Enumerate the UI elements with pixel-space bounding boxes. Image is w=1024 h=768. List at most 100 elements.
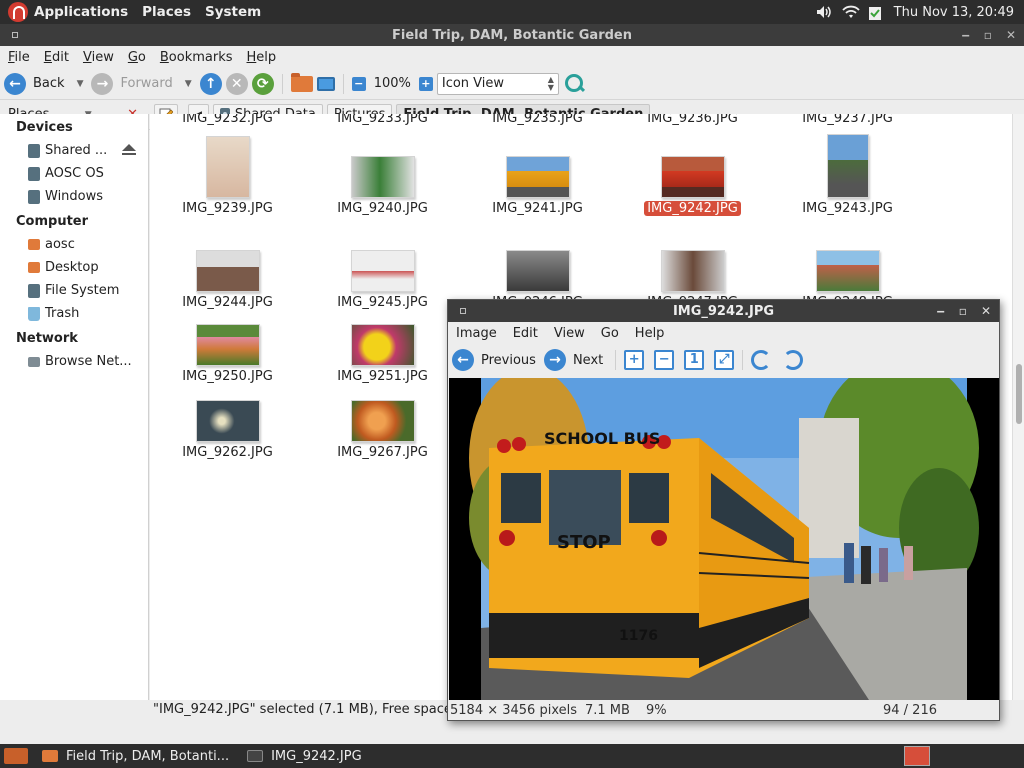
sidebar-item-shared-data[interactable]: Shared ... (0, 139, 148, 162)
previous-arrow-icon[interactable]: ← (452, 349, 474, 371)
viewer-menu-go[interactable]: Go (597, 326, 623, 341)
maximize-icon[interactable]: ▫ (984, 28, 992, 42)
back-arrow-icon[interactable]: ← (4, 72, 26, 95)
file-item[interactable]: IMG_9240.JPG (305, 156, 460, 216)
file-item[interactable]: IMG_9262.JPG (150, 400, 305, 460)
maximize-icon[interactable]: ▫ (959, 304, 967, 318)
rotate-right-icon[interactable] (783, 350, 804, 370)
menu-view[interactable]: View (79, 50, 118, 65)
up-arrow-icon[interactable]: ↑ (199, 72, 222, 95)
file-item[interactable]: IMG_9250.JPG (150, 324, 305, 384)
top-panel: Applications Places System Thu Nov 13, 2… (0, 0, 1024, 24)
file-thumbnail (505, 156, 570, 198)
reload-icon[interactable]: ⟳ (251, 72, 274, 95)
image-canvas[interactable]: SCHOOL BUS STOP 1176 (449, 358, 999, 700)
computer-icon[interactable] (316, 76, 335, 91)
view-mode-select[interactable]: Icon View ▲ ▼ (436, 72, 559, 95)
sidebar-item-label: Windows (45, 189, 104, 204)
file-item[interactable]: IMG_9251.JPG (305, 324, 460, 384)
eject-icon[interactable] (122, 144, 136, 155)
file-item[interactable]: IMG_9242.JPG (615, 156, 770, 216)
normal-size-icon[interactable]: 1 (684, 350, 705, 370)
file-item[interactable]: IMG_9235.JPG (460, 114, 615, 126)
file-thumbnail (350, 156, 415, 198)
volume-icon[interactable] (816, 5, 832, 19)
sidebar-item-file-system[interactable]: File System (0, 279, 148, 302)
file-name: IMG_9242.JPG (644, 201, 741, 216)
file-item[interactable]: IMG_9237.JPG (770, 114, 925, 126)
file-name: IMG_9245.JPG (337, 295, 428, 310)
minimize-icon[interactable]: ‒ (936, 304, 944, 318)
applications-menu[interactable]: Applications (34, 4, 128, 20)
clock[interactable]: Thu Nov 13, 20:49 (894, 5, 1014, 20)
menu-bookmarks[interactable]: Bookmarks (156, 50, 237, 65)
taskbar-item-image-viewer[interactable]: IMG_9242.JPG (241, 744, 368, 768)
window-titlebar[interactable]: Field Trip, DAM, Botantic Garden ‒ ▫ ✕ (0, 24, 1024, 46)
file-item[interactable]: IMG_9244.JPG (150, 250, 305, 310)
minimize-icon[interactable]: ‒ (961, 28, 969, 42)
viewer-titlebar[interactable]: IMG_9242.JPG ‒ ▫ ✕ (448, 300, 999, 322)
sidebar-item-browse-network[interactable]: Browse Net... (0, 350, 148, 373)
previous-button[interactable]: Previous (481, 353, 536, 368)
sidebar-item-desktop[interactable]: Desktop (0, 256, 148, 279)
best-fit-icon[interactable]: ⤢ (714, 350, 735, 370)
file-item[interactable]: IMG_9267.JPG (305, 400, 460, 460)
forward-button[interactable]: Forward (120, 76, 172, 91)
sidebar-item-trash[interactable]: Trash (0, 302, 148, 325)
clipboard-check-icon[interactable] (868, 5, 884, 20)
drive-icon (28, 143, 40, 158)
sidebar-item-aosc-os[interactable]: AOSC OS (0, 162, 148, 185)
zoom-in-icon[interactable]: + (624, 350, 645, 370)
menu-file[interactable]: File (4, 50, 34, 65)
file-item[interactable]: IMG_9233.JPG (305, 114, 460, 126)
workspace-switcher[interactable] (904, 746, 930, 766)
file-item[interactable]: IMG_9245.JPG (305, 250, 460, 310)
file-item[interactable]: IMG_9239.JPG (150, 136, 305, 216)
system-menu[interactable]: System (205, 4, 261, 20)
menu-edit[interactable]: Edit (40, 50, 73, 65)
viewer-menu-help[interactable]: Help (631, 326, 669, 341)
stop-icon[interactable]: ✕ (225, 72, 248, 95)
zoom-in-icon[interactable]: + (418, 76, 433, 91)
viewer-title: IMG_9242.JPG (672, 303, 775, 319)
menu-help[interactable]: Help (243, 50, 281, 65)
file-thumbnail (505, 250, 570, 292)
viewer-menu-edit[interactable]: Edit (509, 326, 542, 341)
view-mode-value: Icon View (441, 76, 505, 91)
search-icon[interactable] (563, 73, 585, 95)
vertical-scrollbar[interactable] (1012, 114, 1024, 700)
back-button[interactable]: Back (33, 76, 65, 91)
next-arrow-icon[interactable]: → (543, 349, 566, 371)
back-history-dropdown-icon[interactable]: ▼ (77, 79, 84, 89)
menu-go[interactable]: Go (124, 50, 150, 65)
file-item[interactable]: IMG_9232.JPG (150, 114, 305, 126)
system-tray: Thu Nov 13, 20:49 (816, 5, 1024, 20)
wifi-icon[interactable] (842, 5, 860, 19)
show-desktop-icon[interactable] (4, 748, 28, 764)
close-icon[interactable]: ✕ (1006, 28, 1016, 42)
next-button[interactable]: Next (573, 353, 603, 368)
viewer-menu-image[interactable]: Image (452, 326, 501, 341)
forward-history-dropdown-icon[interactable]: ▼ (185, 79, 192, 89)
file-item[interactable]: IMG_9236.JPG (615, 114, 770, 126)
task-label: Field Trip, DAM, Botanti... (66, 748, 230, 764)
viewer-menu-view[interactable]: View (550, 326, 589, 341)
file-item[interactable]: IMG_9243.JPG (770, 134, 925, 216)
sidebar-item-windows[interactable]: Windows (0, 185, 148, 208)
zoom-out-icon[interactable]: − (654, 350, 675, 370)
sidebar-item-aosc[interactable]: aosc (0, 233, 148, 256)
taskbar-item-file-manager[interactable]: Field Trip, DAM, Botanti... (36, 744, 235, 768)
distro-logo-icon[interactable] (8, 2, 28, 22)
close-icon[interactable]: ✕ (981, 304, 991, 318)
window-menu-icon[interactable] (12, 32, 18, 38)
file-item[interactable]: IMG_9241.JPG (460, 156, 615, 216)
sidebar-header-network: Network (16, 331, 78, 346)
rotate-left-icon[interactable] (751, 350, 772, 370)
zoom-out-icon[interactable]: − (351, 76, 366, 91)
home-folder-icon[interactable] (290, 72, 313, 92)
scrollbar-thumb[interactable] (1016, 364, 1022, 424)
places-menu[interactable]: Places (142, 4, 191, 20)
window-menu-icon[interactable] (460, 308, 466, 314)
file-thumbnail (350, 250, 415, 292)
forward-arrow-icon[interactable]: → (91, 72, 114, 95)
